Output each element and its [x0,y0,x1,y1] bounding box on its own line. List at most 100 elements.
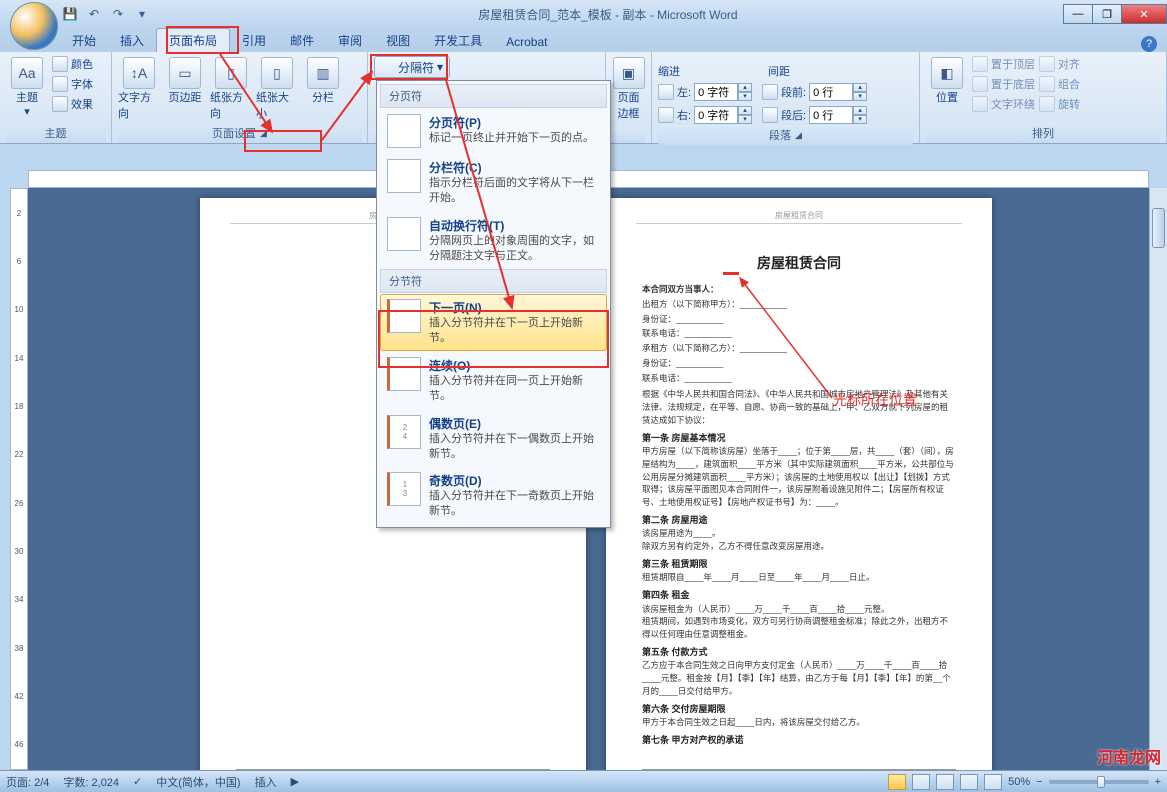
breaks-icon [381,60,395,74]
odd-page-icon: 13 [387,472,421,506]
status-language[interactable]: 中文(简体，中国) [156,774,240,790]
orientation-button[interactable]: ▯纸张方向 [210,55,252,121]
align: 对齐 [1039,55,1080,73]
zoom-slider[interactable] [1049,780,1149,784]
effects-icon [52,96,68,112]
margins-icon: ▭ [169,57,201,89]
vertical-scrollbar[interactable] [1149,188,1167,770]
position-button[interactable]: ◧位置 [926,55,968,105]
indent-left-icon [658,84,674,100]
breaks-button[interactable]: 分隔符▾ [374,56,450,78]
view-web[interactable] [936,774,954,790]
status-page[interactable]: 页面: 2/4 [6,774,49,790]
tab-references[interactable]: 引用 [230,29,278,52]
ribbon-tabs: 开始 插入 页面布局 引用 邮件 审阅 视图 开发工具 Acrobat ? [0,28,1167,52]
redo-icon[interactable]: ↷ [108,4,128,24]
indent-right-input[interactable]: ▴▾ [694,106,752,124]
help-icon[interactable]: ? [1141,36,1157,52]
dd-even-page[interactable]: 24偶数页(E)插入分节符并在下一偶数页上开始新节。 [380,410,607,467]
continuous-icon [387,357,421,391]
group-label-themes: 主题 [6,123,105,143]
tab-mailings[interactable]: 邮件 [278,29,326,52]
tab-insert[interactable]: 插入 [108,29,156,52]
dialog-launcher-icon[interactable]: ◢ [260,128,267,139]
space-before-icon [762,84,778,100]
fonts-icon [52,76,68,92]
theme-fonts[interactable]: 字体 [52,75,93,93]
indent-right-icon [658,107,674,123]
margins-button[interactable]: ▭页边距 [164,55,206,105]
zoom-level[interactable]: 50% [1008,776,1030,788]
view-full-reading[interactable] [912,774,930,790]
spacing-label: 间距 [768,63,790,79]
dd-column-break[interactable]: 分栏符(C)指示分栏符后面的文字将从下一栏开始。 [380,154,607,211]
page-border-button[interactable]: ▣页面 边框 [612,55,645,121]
watermark: 河南龙网 [1097,744,1161,768]
tab-view[interactable]: 视图 [374,29,422,52]
maximize-button[interactable]: ❐ [1092,4,1122,24]
dd-odd-page[interactable]: 13奇数页(D)插入分节符并在下一奇数页上开始新节。 [380,467,607,524]
themes-button[interactable]: Aa主题▾ [6,55,48,118]
zoom-out-button[interactable]: − [1036,776,1042,788]
window-title: 房屋租赁合同_范本_模板 - 副本 - Microsoft Word [152,6,1064,23]
columns-button[interactable]: ▥分栏 [302,55,344,105]
status-insert-mode[interactable]: 插入 [255,774,277,790]
zoom-in-button[interactable]: + [1155,776,1161,788]
close-button[interactable]: ✕ [1121,4,1167,24]
space-after-input[interactable]: ▴▾ [809,106,867,124]
tab-acrobat[interactable]: Acrobat [494,32,559,52]
view-print-layout[interactable] [888,774,906,790]
space-before-input[interactable]: ▴▾ [809,83,867,101]
view-draft[interactable] [984,774,1002,790]
page-break-icon [387,114,421,148]
status-proof-icon[interactable]: ✓ [133,775,142,788]
page-2[interactable]: 房屋租赁合同 房屋租赁合同 本合同双方当事人： 出租方（以下简称甲方）：____… [606,198,992,770]
page-content: 房屋租赁合同 本合同双方当事人： 出租方（以下简称甲方）：__________ … [606,224,992,770]
group-label-paragraph[interactable]: 段落◢ [658,125,913,145]
theme-effects[interactable]: 效果 [52,95,93,113]
dd-continuous[interactable]: 连续(O)插入分节符并在同一页上开始新节。 [380,352,607,409]
cursor-marker [723,272,739,275]
save-icon[interactable]: 💾 [60,4,80,24]
title-bar: 💾 ↶ ↷ ▾ 房屋租赁合同_范本_模板 - 副本 - Microsoft Wo… [0,0,1167,28]
dd-section-page-breaks: 分页符 [380,84,607,108]
tab-page-layout[interactable]: 页面布局 [156,28,230,52]
even-page-icon: 24 [387,415,421,449]
text-direction-button[interactable]: ↕A文字方向 [118,55,160,121]
group-label-page-setup[interactable]: 页面设置◢ [118,123,361,143]
scrollbar-thumb[interactable] [1152,208,1165,248]
ruler-vertical[interactable]: 2610141822263034384246 [10,188,28,770]
colors-icon [52,56,68,72]
tab-developer[interactable]: 开发工具 [422,29,494,52]
themes-icon: Aa [11,57,43,89]
dd-text-wrap-break[interactable]: 自动换行符(T)分隔网页上的对象周围的文字，如分隔题注文字与正文。 [380,212,607,269]
text-wrap: 文字环绕 [972,95,1035,113]
undo-icon[interactable]: ↶ [84,4,104,24]
orientation-icon: ▯ [215,57,247,89]
status-bar: 页面: 2/4 字数: 2,024 ✓ 中文(简体，中国) 插入 ▶ 50% −… [0,770,1167,792]
theme-colors[interactable]: 颜色 [52,55,93,73]
doc-title: 房屋租赁合同 [642,254,956,275]
indent-left-input[interactable]: ▴▾ [694,83,752,101]
status-macro-icon[interactable]: ▶ [291,775,299,788]
group: 组合 [1039,75,1080,93]
columns-icon: ▥ [307,57,339,89]
indent-label: 缩进 [658,63,680,79]
tab-review[interactable]: 审阅 [326,29,374,52]
view-outline[interactable] [960,774,978,790]
qat-more-icon[interactable]: ▾ [132,4,152,24]
dd-page-break[interactable]: 分页符(P)标记一页终止并开始下一页的点。 [380,109,607,153]
size-icon: ▯ [261,57,293,89]
wrap-break-icon [387,217,421,251]
status-words[interactable]: 字数: 2,024 [63,774,119,790]
group-label-arrange: 排列 [926,123,1160,143]
dd-next-page[interactable]: 下一页(N)插入分节符并在下一页上开始新节。 [380,294,607,351]
office-button[interactable] [10,2,58,50]
bring-front: 置于顶层 [972,55,1035,73]
minimize-button[interactable]: — [1063,4,1093,24]
tab-home[interactable]: 开始 [60,29,108,52]
next-page-icon [387,299,421,333]
size-button[interactable]: ▯纸张大小 [256,55,298,121]
zoom-knob[interactable] [1097,776,1105,788]
quick-access-toolbar: 💾 ↶ ↷ ▾ [60,4,152,24]
